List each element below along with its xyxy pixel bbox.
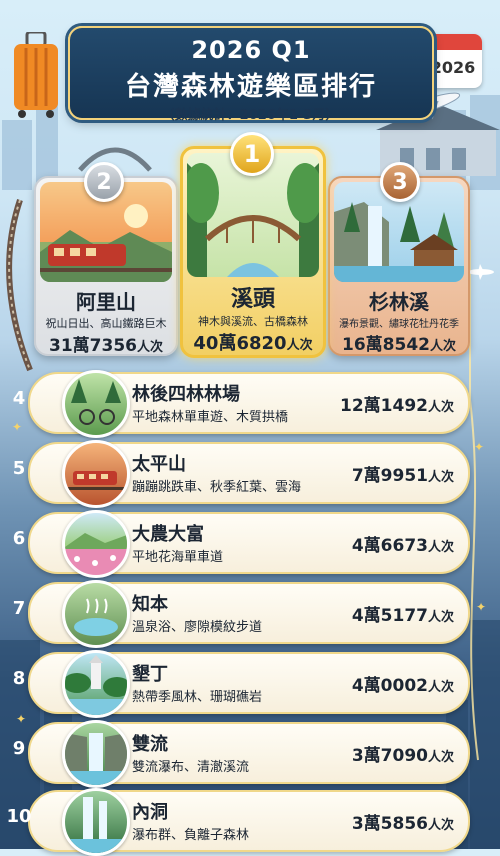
count-value: 7萬9951 (351, 466, 428, 486)
top3-card-2: 阿里山 祝山日出、高山鐵路巨木 31萬7356人次 (34, 176, 178, 356)
top3-count: 16萬8542人次 (330, 330, 468, 355)
top3-card-3: 杉林溪 瀑布景觀、繡球花牡丹花季 16萬8542人次 (328, 176, 470, 356)
rank-number: 9 (12, 738, 26, 759)
medal-gold: 1 (230, 132, 274, 176)
count-unit: 人次 (427, 540, 454, 555)
top3-desc: 祝山日出、高山鐵路巨木 (45, 317, 167, 330)
count-unit: 人次 (136, 340, 163, 355)
list-item: 4 林後四林林場 平地森林單車遊、木質拱橋 12萬1492人次 (13, 370, 470, 438)
suitcase-icon (14, 32, 58, 118)
thumbnail-image (62, 510, 130, 578)
list-item: 10 內洞 瀑布群、負離子森林 3萬5856人次 (6, 788, 470, 856)
airplane-small-icon (468, 264, 494, 280)
count-value: 4萬0002 (351, 676, 428, 696)
top3-desc: 神木與溪流、古橋森林 (198, 315, 308, 328)
medal-rank: 2 (96, 169, 112, 195)
item-desc: 熱帶季風林、珊瑚礁岩 (132, 690, 263, 705)
top3-name: 阿里山 (76, 290, 136, 314)
item-count: 4萬0002人次 (352, 671, 454, 696)
rank-number: 10 (6, 806, 32, 827)
rank-number: 8 (12, 668, 26, 689)
medal-silver: 2 (84, 162, 124, 202)
count-unit: 人次 (427, 470, 454, 485)
item-count: 12萬1492人次 (340, 391, 454, 416)
top3-count: 31萬7356人次 (36, 331, 176, 356)
count-unit: 人次 (427, 400, 454, 415)
thumbnail-image (62, 720, 130, 788)
sparkle-icon: ✦ (12, 420, 23, 434)
item-desc: 平地花海單車道 (132, 550, 224, 565)
list-item: 7 知本 溫泉浴、廖隙模紋步道 4萬5177人次 (13, 580, 470, 648)
item-count: 7萬9951人次 (352, 461, 454, 486)
thumbnail-image (62, 788, 130, 856)
item-desc: 溫泉浴、廖隙模紋步道 (132, 620, 263, 635)
count-value: 3萬5856 (351, 814, 428, 834)
data-note: （數據統計：2026年1-3月） (161, 108, 339, 123)
list-item: 5 太平山 蹦蹦跳跌車、秋季紅葉、雲海 7萬9951人次 (13, 440, 470, 508)
item-desc: 瀑布群、負離子森林 (132, 828, 250, 843)
list-item: 8 墾丁 熱帶季風林、珊瑚礁岩 4萬0002人次 (13, 650, 470, 718)
rank-number: 6 (12, 528, 26, 549)
item-name: 雙流 (132, 734, 168, 755)
count-unit: 人次 (427, 610, 454, 625)
thumbnail-image (62, 440, 130, 508)
title-line-2: 台灣森林遊樂區排行 (124, 72, 377, 102)
medal-rank: 1 (243, 140, 261, 168)
thumbnail-image (62, 650, 130, 718)
item-count: 3萬7090人次 (352, 741, 454, 766)
count-value: 16萬8542 (342, 335, 430, 355)
title-line-1: 2026 Q1 (191, 36, 311, 64)
rank-number: 4 (12, 388, 26, 409)
top3-desc: 瀑布景觀、繡球花牡丹花季 (339, 319, 459, 330)
top3-name: 杉林溪 (369, 290, 429, 314)
list-item: 6 大農大富 平地花海單車道 4萬6673人次 (13, 510, 470, 578)
sparkle-icon: ✦ (16, 712, 27, 726)
medal-rank: 3 (392, 169, 408, 195)
count-value: 4萬6673 (351, 536, 428, 556)
sparkle-icon: ✦ (474, 440, 485, 454)
item-name: 林後四林林場 (132, 384, 240, 405)
top3-card-1: 溪頭 神木與溪流、古橋森林 40萬6820人次 (180, 146, 326, 358)
count-unit: 人次 (429, 339, 456, 354)
item-count: 4萬6673人次 (352, 531, 454, 556)
thumbnail-image (62, 370, 130, 438)
count-value: 31萬7356 (49, 336, 137, 356)
thumbnail-image (62, 580, 130, 648)
list-item: 9 雙流 雙流瀑布、清澈溪流 3萬7090人次 (13, 720, 470, 788)
count-value: 12萬1492 (340, 396, 428, 416)
count-value: 4萬5177 (351, 606, 428, 626)
item-name: 墾丁 (132, 664, 168, 685)
item-name: 大農大富 (132, 524, 204, 545)
count-unit: 人次 (427, 680, 454, 695)
item-name: 知本 (132, 594, 168, 615)
count-unit: 人次 (427, 750, 454, 765)
item-desc: 蹦蹦跳跌車、秋季紅葉、雲海 (132, 480, 302, 495)
rank-number: 5 (12, 458, 26, 479)
item-desc: 平地森林單車遊、木質拱橋 (132, 410, 289, 425)
item-name: 太平山 (132, 454, 186, 475)
item-desc: 雙流瀑布、清澈溪流 (132, 760, 250, 775)
count-value: 3萬7090 (351, 746, 428, 766)
sparkle-icon: ✦ (476, 600, 487, 614)
count-value: 40萬6820 (193, 333, 287, 354)
item-count: 4萬5177人次 (352, 601, 454, 626)
medal-bronze: 3 (380, 162, 420, 202)
count-unit: 人次 (286, 338, 313, 353)
item-count: 3萬5856人次 (352, 809, 454, 834)
item-name: 內洞 (132, 802, 168, 823)
count-unit: 人次 (427, 818, 454, 833)
top3-count: 40萬6820人次 (183, 329, 323, 355)
top3-name: 溪頭 (230, 287, 275, 312)
rank-number: 7 (12, 598, 26, 619)
